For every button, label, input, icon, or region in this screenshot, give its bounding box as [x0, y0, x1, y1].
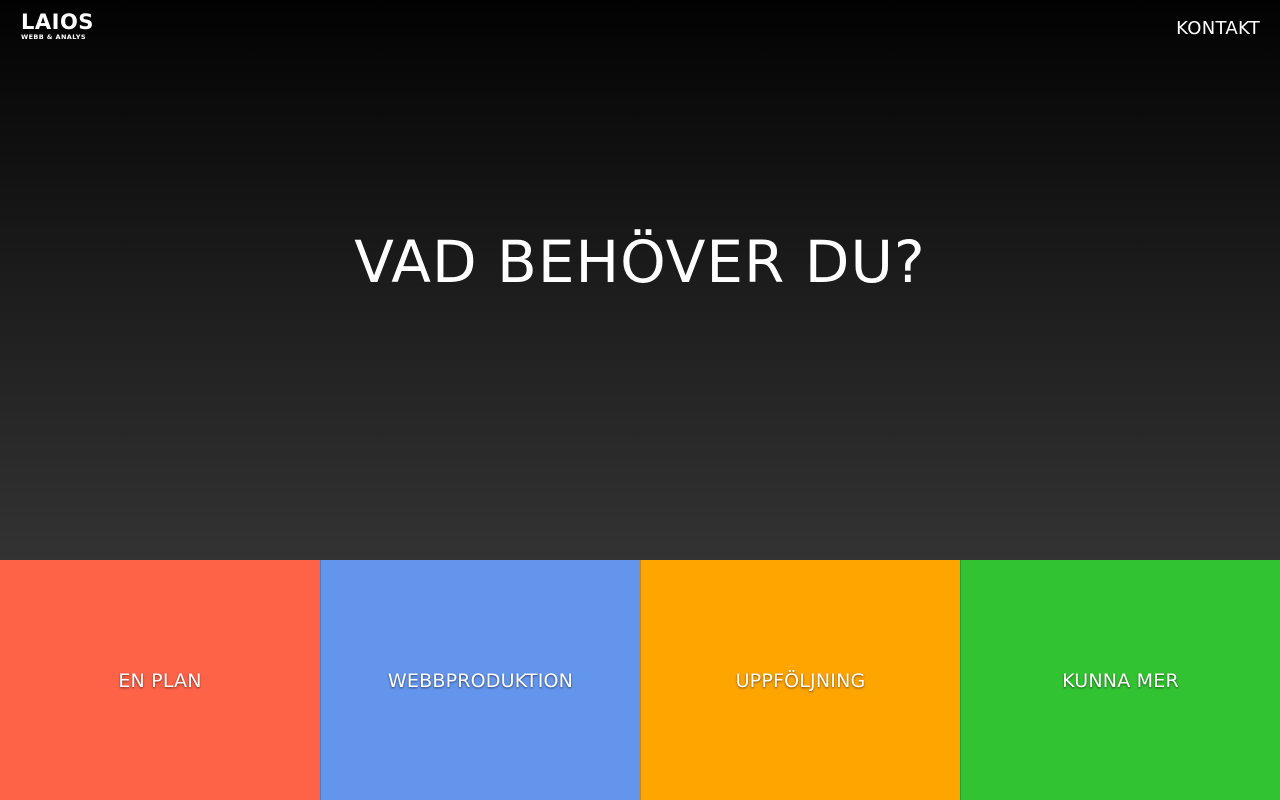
- tile-label: KUNNA MER: [1062, 670, 1179, 692]
- contact-link[interactable]: KONTAKT: [1176, 18, 1260, 40]
- tile-en-plan[interactable]: EN PLAN: [0, 560, 320, 800]
- tile-label: UPPFÖLJNING: [735, 670, 866, 692]
- tile-label: WEBBPRODUKTION: [387, 670, 574, 692]
- tile-label: EN PLAN: [118, 670, 202, 692]
- logo-subtitle: WEBB & ANALYS: [21, 33, 86, 41]
- logo[interactable]: LAIOS WEBB & ANALYS: [21, 10, 94, 42]
- tile-webbproduktion[interactable]: WEBBPRODUKTION: [320, 560, 640, 800]
- tile-uppfoljning[interactable]: UPPFÖLJNING: [640, 560, 960, 800]
- service-tiles: EN PLAN WEBBPRODUKTION UPPFÖLJNING KUNNA…: [0, 560, 1280, 800]
- logo-name: LAIOS: [21, 10, 94, 34]
- tile-kunna-mer[interactable]: KUNNA MER: [960, 560, 1280, 800]
- hero-section: LAIOS WEBB & ANALYS KONTAKT VAD BEHÖVER …: [0, 0, 1280, 560]
- hero-headline: VAD BEHÖVER DU?: [354, 228, 926, 296]
